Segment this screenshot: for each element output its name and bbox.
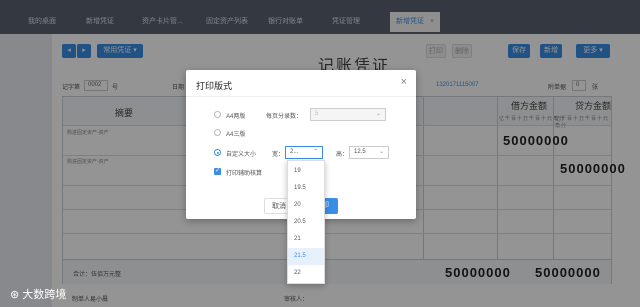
radio-a4-two-label: A4两版 [226,114,246,120]
width-select[interactable]: 2... ⌃ [285,146,323,159]
height-select[interactable]: 12.5 ⌄ [349,146,389,159]
radio-a4-three-label: A4三版 [226,132,246,138]
height-value: 12.5 [354,149,366,155]
radio-custom-size[interactable] [214,149,221,156]
aux-accounting-label: 打印辅助核算 [226,171,263,177]
radio-a4-two[interactable] [214,111,221,118]
watermark-logo: ⊛ 大数跨境 [10,286,66,302]
chevron-down-icon: ⌄ [375,111,381,117]
per-page-label: 每页分录数： [266,114,303,120]
height-label: 高： [336,152,349,158]
per-page-value: 5 [315,111,319,117]
per-page-select[interactable]: 5 ⌄ [310,108,386,121]
chevron-down-icon: ⌄ [378,149,384,155]
checkbox-check-icon[interactable]: ✓ [214,168,221,175]
radio-custom-size-label: 自定义大小 [226,152,257,158]
dropdown-option[interactable]: 20.5 [288,214,324,231]
dropdown-option[interactable]: 22 [288,265,324,282]
width-value: 2... [290,149,299,155]
dropdown-option[interactable]: 19 [288,163,324,180]
dropdown-option-selected[interactable]: 21.5 [288,248,324,265]
divider [186,96,416,97]
width-dropdown-list: 19 19.5 20 20.5 21 21.5 22 [287,160,325,284]
dropdown-option[interactable]: 21 [288,231,324,248]
dropdown-option[interactable]: 19.5 [288,180,324,197]
logo-icon: ⊛ [10,289,20,301]
width-label: 宽： [272,152,285,158]
radio-a4-three[interactable] [214,129,221,136]
chevron-up-icon: ⌃ [312,149,318,155]
dropdown-option[interactable]: 20 [288,197,324,214]
logo-text: 大数跨境 [22,289,67,301]
close-icon[interactable]: × [401,76,407,88]
dialog-title: 打印版式 [196,81,233,91]
